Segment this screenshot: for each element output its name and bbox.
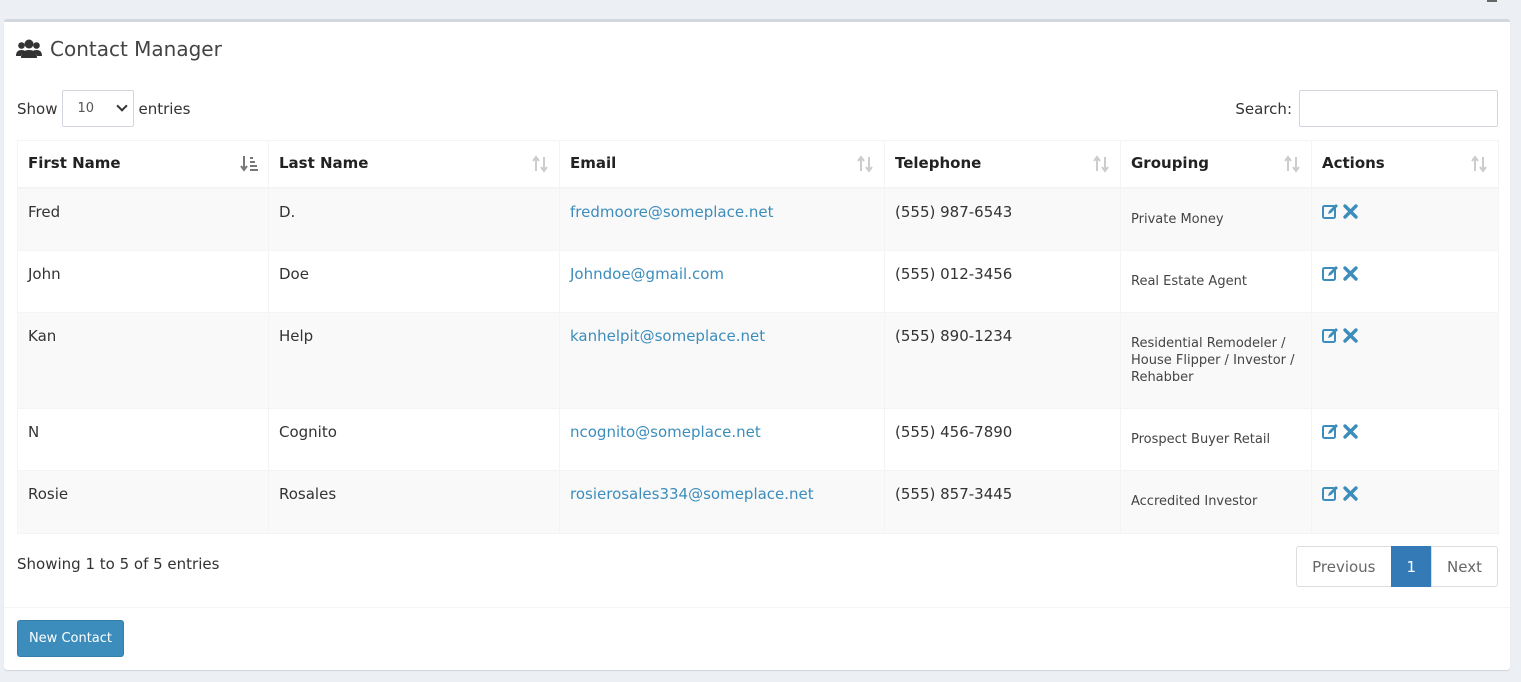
entries-label: entries — [138, 99, 191, 118]
entries-per-page-select[interactable]: 10 — [62, 90, 135, 127]
edit-icon[interactable] — [1322, 265, 1339, 282]
cell-telephone: (555) 012-3456 — [884, 250, 1121, 313]
email-link[interactable]: fredmoore@someplace.net — [570, 203, 773, 221]
search-filter: Search: — [1235, 90, 1498, 127]
cell-telephone: (555) 987-6543 — [884, 187, 1121, 251]
cell-first-name: John — [17, 250, 269, 313]
cell-actions — [1311, 250, 1499, 313]
column-header-telephone[interactable]: Telephone — [884, 140, 1121, 189]
email-link[interactable]: ncognito@someplace.net — [570, 423, 761, 441]
edit-icon[interactable] — [1322, 485, 1339, 502]
sort-ascending-icon — [240, 156, 258, 172]
sort-icon — [1471, 155, 1487, 173]
column-label: Actions — [1322, 154, 1385, 172]
edit-icon[interactable] — [1322, 203, 1339, 220]
sort-icon — [857, 155, 873, 173]
column-label: Email — [570, 154, 617, 172]
column-label: Telephone — [895, 154, 982, 172]
delete-icon[interactable] — [1342, 203, 1359, 220]
search-label: Search: — [1235, 99, 1292, 118]
table-row: N Cognito ncognito@someplace.net (555) 4… — [17, 408, 1499, 471]
delete-icon[interactable] — [1342, 327, 1359, 344]
cell-actions — [1311, 470, 1499, 534]
pagination: Previous 1 Next — [1296, 546, 1498, 587]
cell-first-name: Fred — [17, 187, 269, 251]
edit-icon[interactable] — [1322, 423, 1339, 440]
sort-icon — [1093, 155, 1109, 173]
cell-telephone: (555) 456-7890 — [884, 408, 1121, 471]
cell-grouping: Accredited Investor — [1120, 470, 1312, 534]
box-header: Contact Manager — [16, 34, 222, 64]
column-header-first-name[interactable]: First Name — [17, 140, 269, 189]
cell-first-name: Rosie — [17, 470, 269, 534]
cell-last-name: Doe — [268, 250, 560, 313]
user-menu-icon[interactable] — [1487, 0, 1497, 2]
cell-email: fredmoore@someplace.net — [559, 187, 885, 251]
cell-telephone: (555) 857-3445 — [884, 470, 1121, 534]
column-header-last-name[interactable]: Last Name — [268, 140, 560, 189]
cell-email: ncognito@someplace.net — [559, 408, 885, 471]
page-1-button[interactable]: 1 — [1390, 546, 1433, 587]
cell-email: Johndoe@gmail.com — [559, 250, 885, 313]
show-label: Show — [17, 99, 58, 118]
cell-last-name: D. — [268, 187, 560, 251]
cell-last-name: Cognito — [268, 408, 560, 471]
cell-grouping: Residential Remodeler / House Flipper / … — [1120, 312, 1312, 409]
column-header-actions[interactable]: Actions — [1311, 140, 1499, 189]
column-label: Last Name — [279, 154, 369, 172]
cell-email: rosierosales334@someplace.net — [559, 470, 885, 534]
sort-icon — [532, 155, 548, 173]
delete-icon[interactable] — [1342, 423, 1359, 440]
table-info: Showing 1 to 5 of 5 entries — [17, 555, 220, 573]
column-label: First Name — [28, 154, 121, 172]
edit-icon[interactable] — [1322, 327, 1339, 344]
cell-email: kanhelpit@someplace.net — [559, 312, 885, 409]
sort-icon — [1284, 155, 1300, 173]
contacts-table: First Name Last Name Email Telephone Gro… — [17, 140, 1499, 534]
top-strip — [0, 0, 1521, 20]
cell-first-name: Kan — [17, 312, 269, 409]
new-contact-button[interactable]: New Contact — [17, 620, 124, 657]
entries-length-control: Show 10 entries — [17, 90, 190, 127]
cell-actions — [1311, 187, 1499, 251]
contact-manager-box: Contact Manager Show 10 entries Search: … — [4, 19, 1510, 670]
table-header-row: First Name Last Name Email Telephone Gro… — [17, 140, 1499, 189]
table-row: Rosie Rosales rosierosales334@someplace.… — [17, 470, 1499, 534]
email-link[interactable]: Johndoe@gmail.com — [570, 265, 724, 283]
search-input[interactable] — [1299, 90, 1498, 127]
cell-last-name: Help — [268, 312, 560, 409]
cell-last-name: Rosales — [268, 470, 560, 534]
email-link[interactable]: rosierosales334@someplace.net — [570, 485, 814, 503]
users-icon — [16, 39, 42, 58]
column-header-email[interactable]: Email — [559, 140, 885, 189]
table-row: Fred D. fredmoore@someplace.net (555) 98… — [17, 187, 1499, 251]
table-row: John Doe Johndoe@gmail.com (555) 012-345… — [17, 250, 1499, 313]
cell-first-name: N — [17, 408, 269, 471]
cell-grouping: Prospect Buyer Retail — [1120, 408, 1312, 471]
column-header-grouping[interactable]: Grouping — [1120, 140, 1312, 189]
cell-telephone: (555) 890-1234 — [884, 312, 1121, 409]
email-link[interactable]: kanhelpit@someplace.net — [570, 327, 765, 345]
column-label: Grouping — [1131, 154, 1209, 172]
table-row: Kan Help kanhelpit@someplace.net (555) 8… — [17, 312, 1499, 409]
cell-grouping: Real Estate Agent — [1120, 250, 1312, 313]
delete-icon[interactable] — [1342, 265, 1359, 282]
next-page-button[interactable]: Next — [1431, 546, 1498, 587]
cell-actions — [1311, 312, 1499, 409]
cell-grouping: Private Money — [1120, 187, 1312, 251]
delete-icon[interactable] — [1342, 485, 1359, 502]
page-title: Contact Manager — [50, 37, 222, 61]
previous-page-button[interactable]: Previous — [1296, 546, 1392, 587]
cell-actions — [1311, 408, 1499, 471]
box-footer: New Contact — [4, 607, 1510, 670]
